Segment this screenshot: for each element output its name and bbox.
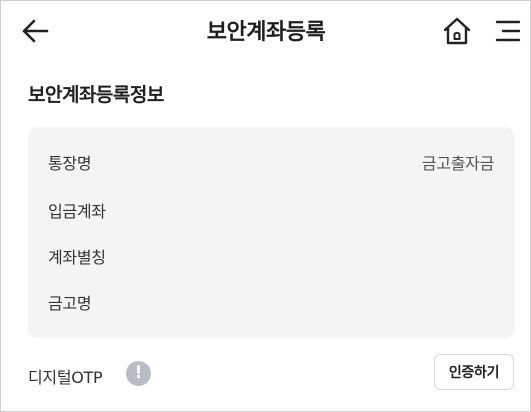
info-label: 금고명 (48, 294, 92, 313)
info-icon[interactable]: ! (126, 361, 151, 386)
top-header: 보안계좌등록 (1, 1, 530, 61)
hamburger-menu-icon (495, 20, 521, 42)
info-row-bank-name: 금고명 (28, 290, 515, 316)
info-label: 계좌별칭 (48, 248, 106, 267)
info-label: 입금계좌 (48, 202, 106, 221)
home-icon (443, 17, 471, 45)
page-title: 보안계좌등록 (206, 20, 326, 45)
authenticate-button[interactable]: 인증하기 (434, 354, 514, 390)
home-button[interactable] (438, 11, 476, 51)
section-title: 보안계좌등록정보 (28, 84, 164, 106)
app-frame: 보안계좌등록 보안계좌등록정보 통장명 금고출자금 입금계좌 계좌별칭 금고명 … (0, 0, 531, 412)
menu-button[interactable] (489, 11, 527, 51)
info-value: 금고출자금 (421, 154, 494, 173)
info-row-account-nickname: 계좌별칭 (28, 244, 515, 270)
info-row-account-name: 통장명 금고출자금 (28, 150, 515, 176)
info-label: 통장명 (48, 154, 92, 173)
otp-label: 디지털OTP (28, 368, 103, 387)
info-row-deposit-account: 입금계좌 (28, 198, 515, 224)
account-info-card: 통장명 금고출자금 입금계좌 계좌별칭 금고명 (28, 127, 515, 338)
arrow-left-icon (22, 19, 49, 43)
back-button[interactable] (15, 13, 55, 49)
